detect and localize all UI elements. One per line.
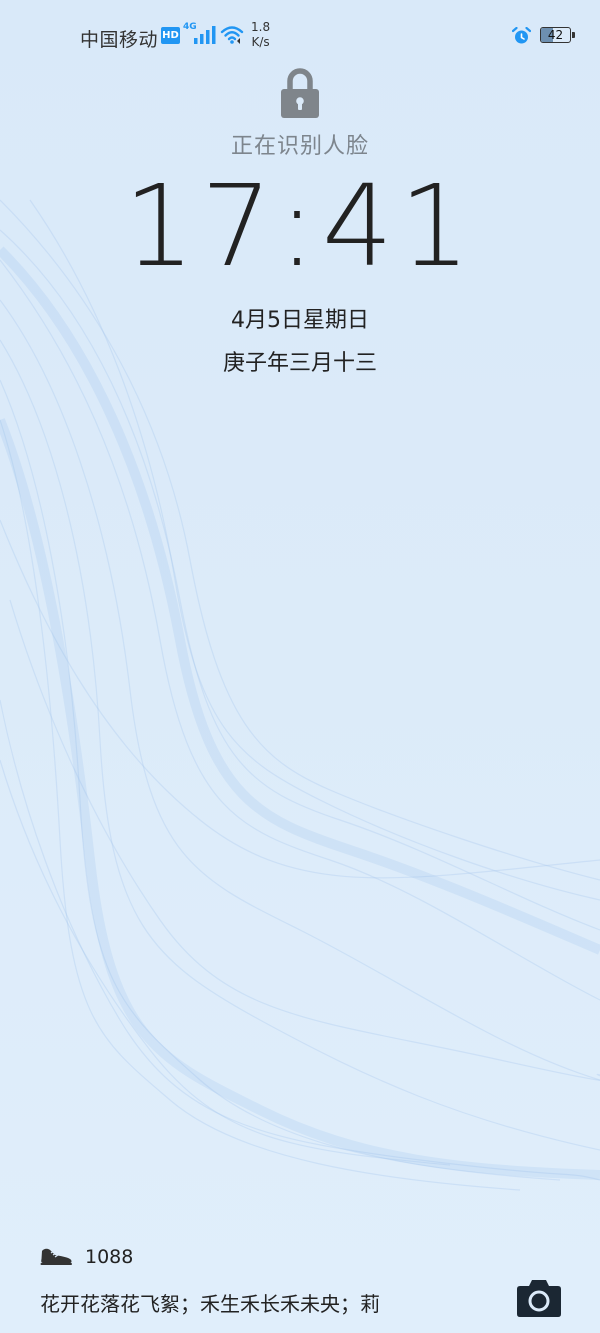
- battery-tip: [572, 32, 575, 38]
- cellular-signal-icon: [194, 26, 216, 44]
- padlock-icon[interactable]: [281, 68, 319, 118]
- network-speed-unit: K/s: [251, 35, 270, 49]
- camera-icon: [517, 1280, 561, 1317]
- alarm-clock-icon: [512, 27, 531, 44]
- step-count: 1088: [85, 1246, 134, 1268]
- network-speed-value: 1.8: [251, 20, 271, 34]
- wifi-icon: [220, 26, 244, 44]
- carrier-name: 中国移动: [80, 29, 159, 51]
- magazine-caption[interactable]: 花开花落花飞絮；禾生禾长禾未央；莉: [40, 1288, 380, 1317]
- shoe-icon: [40, 1248, 72, 1265]
- network-speed: 1.8 K/s: [251, 20, 270, 50]
- camera-button[interactable]: [516, 1278, 562, 1318]
- date-label: 4月5日星期日: [231, 308, 369, 333]
- clock-time: 17:41: [123, 162, 477, 292]
- battery-level: 42: [547, 28, 564, 42]
- status-bar: 中国移动 HD 4G 1.8 K/s 42: [0, 0, 600, 70]
- battery-indicator: 42: [540, 27, 576, 45]
- hd-badge: HD: [161, 27, 180, 44]
- face-recognition-status: 正在识别人脸: [230, 134, 369, 159]
- lunar-date-label: 庚子年三月十三: [222, 351, 377, 376]
